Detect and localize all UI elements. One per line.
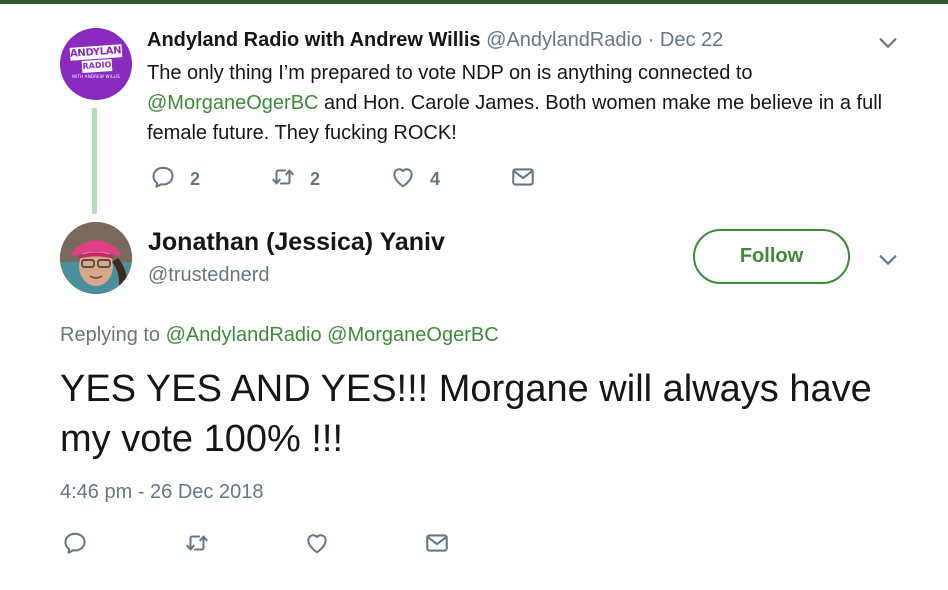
andyland-radio-logo: ANDYLAND RADIO WITH ANDREW WILLIS xyxy=(66,44,130,86)
mention-link[interactable]: @MorganeOgerBC xyxy=(147,92,318,114)
like-count: 4 xyxy=(430,168,441,189)
tweet-timestamp[interactable]: 4:46 pm - 26 Dec 2018 xyxy=(60,481,263,504)
replying-mention-morgane[interactable]: @MorganeOgerBC xyxy=(327,324,498,346)
parent-display-name[interactable]: Andyland Radio with Andrew Willis xyxy=(147,29,481,51)
header-separator: · xyxy=(647,29,655,51)
user-photo xyxy=(60,222,132,294)
retweet-action[interactable]: 2 xyxy=(270,164,320,194)
replying-mention-andyland[interactable]: @AndylandRadio xyxy=(166,324,322,346)
retweet-icon xyxy=(270,164,296,195)
parent-tweet-header: Andyland Radio with Andrew Willis @Andyl… xyxy=(147,28,723,52)
author-handle[interactable]: @trustednerd xyxy=(148,264,269,287)
reply-count: 2 xyxy=(190,168,201,189)
author-display-name[interactable]: Jonathan (Jessica) Yaniv xyxy=(148,228,445,257)
thread-connector xyxy=(92,108,97,214)
reply-action[interactable]: 2 xyxy=(150,164,200,194)
reply-icon xyxy=(62,530,88,561)
avatar-trustednerd[interactable] xyxy=(60,222,132,294)
heart-icon xyxy=(390,164,416,195)
main-message-action[interactable] xyxy=(424,530,450,560)
main-reply-action[interactable] xyxy=(62,530,88,560)
retweet-count: 2 xyxy=(310,168,321,189)
logo-text-andyland: ANDYLAND xyxy=(69,44,130,61)
parent-tweet-text: The only thing I’m prepared to vote NDP … xyxy=(147,58,887,148)
heart-icon xyxy=(304,530,330,561)
reply-icon xyxy=(150,164,176,195)
like-action[interactable]: 4 xyxy=(390,164,440,194)
parent-more-chevron-down-icon[interactable] xyxy=(877,32,899,54)
envelope-icon xyxy=(510,164,536,195)
main-retweet-action[interactable] xyxy=(184,530,210,560)
parent-text-part1: The only thing I’m prepared to vote NDP … xyxy=(147,62,753,84)
main-like-action[interactable] xyxy=(304,530,330,560)
replying-to-line: Replying to @AndylandRadio @MorganeOgerB… xyxy=(60,324,499,347)
parent-date[interactable]: Dec 22 xyxy=(660,29,723,51)
replying-prefix: Replying to xyxy=(60,324,161,346)
retweet-icon xyxy=(184,530,210,561)
follow-button[interactable]: Follow xyxy=(693,229,850,284)
main-tweet-text: YES YES AND YES!!! Morgane will always h… xyxy=(60,368,872,460)
avatar-andyland-radio[interactable]: ANDYLAND RADIO WITH ANDREW WILLIS xyxy=(60,28,132,100)
message-action[interactable] xyxy=(510,164,536,194)
logo-text-host: WITH ANDREW WILLIS xyxy=(71,74,121,79)
top-border xyxy=(0,0,948,4)
main-more-chevron-down-icon[interactable] xyxy=(877,249,899,271)
envelope-icon xyxy=(424,530,450,561)
logo-text-radio: RADIO xyxy=(81,58,113,74)
parent-handle[interactable]: @AndylandRadio xyxy=(486,29,642,51)
